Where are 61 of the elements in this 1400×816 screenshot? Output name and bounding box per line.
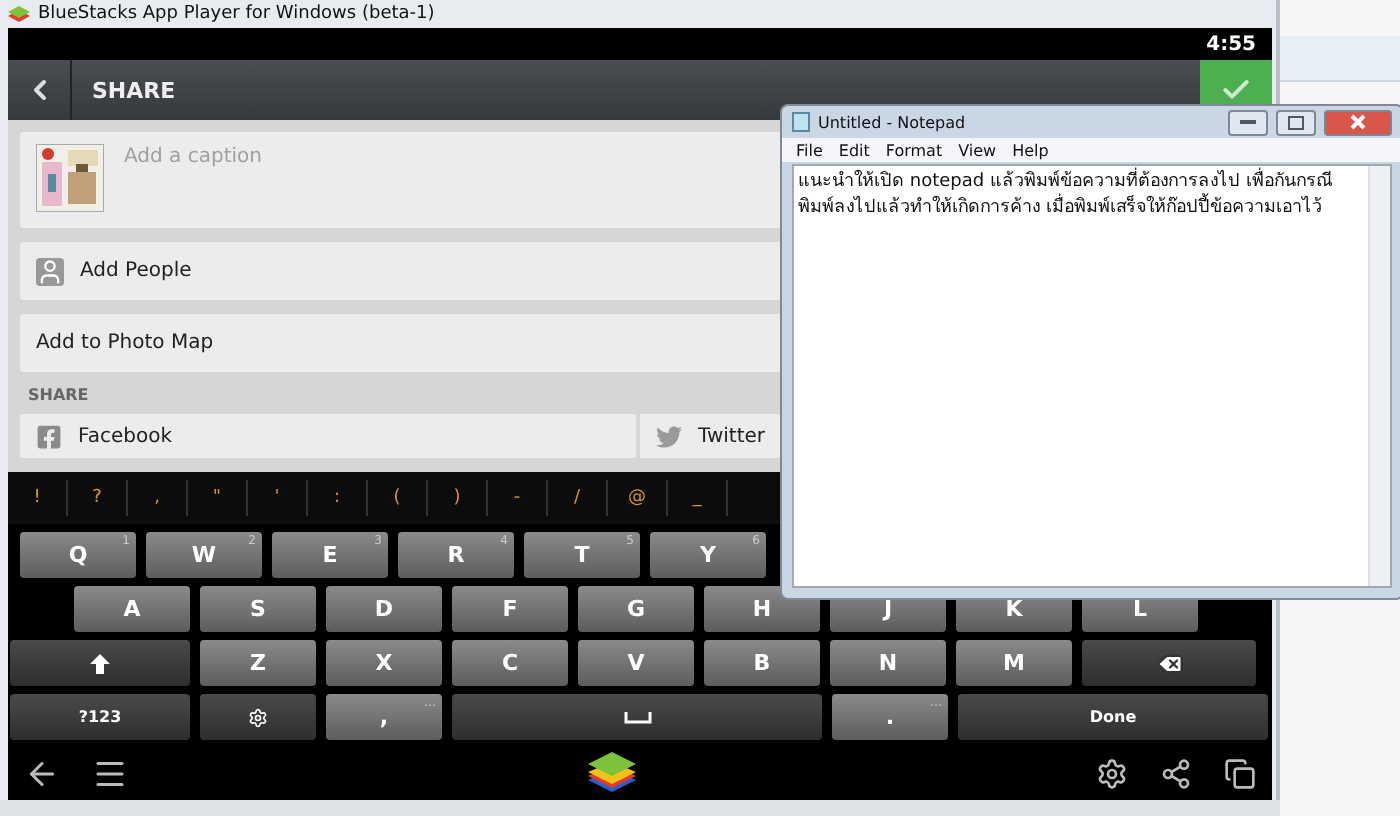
key[interactable]: X [326, 640, 442, 686]
facebook-icon [36, 423, 62, 449]
key[interactable]: Z [200, 640, 316, 686]
window-title: Untitled - Notepad [818, 113, 968, 131]
notepad-icon [792, 112, 810, 132]
suggestion[interactable]: / [548, 480, 608, 516]
windows-icon[interactable] [1224, 757, 1256, 789]
space-icon [623, 711, 651, 723]
key[interactable]: Done [958, 694, 1268, 740]
key[interactable]: N [830, 640, 946, 686]
close-icon [1350, 114, 1366, 130]
suggestion[interactable]: ? [68, 480, 128, 516]
key[interactable]: H [704, 586, 820, 632]
key[interactable]: C [452, 640, 568, 686]
status-time: 4:55 [1206, 33, 1256, 55]
share-icon[interactable] [1160, 757, 1192, 789]
app-logo-icon[interactable] [586, 749, 638, 797]
key[interactable]: S [200, 586, 316, 632]
key[interactable]: ?123 [10, 694, 190, 740]
suggestion[interactable]: ! [8, 480, 68, 516]
key[interactable]: G [578, 586, 694, 632]
bird-icon [656, 423, 682, 449]
backspace-icon [1155, 649, 1183, 677]
suggestion[interactable]: _ [668, 480, 728, 516]
settings-key[interactable] [200, 694, 316, 740]
settings-icon[interactable] [1096, 757, 1128, 789]
key[interactable]: V [578, 640, 694, 686]
menu-item[interactable]: View [952, 138, 1003, 162]
screen-title: SHARE [92, 77, 178, 103]
scrollbar[interactable] [1368, 166, 1390, 586]
key[interactable]: F [452, 586, 568, 632]
suggestion[interactable]: @ [608, 480, 668, 516]
suggestion[interactable]: : [308, 480, 368, 516]
suggestion[interactable]: ) [428, 480, 488, 516]
section-heading: SHARE [26, 386, 91, 404]
person-icon [36, 257, 64, 285]
key[interactable]: A [74, 586, 190, 632]
menu-item[interactable]: File [790, 138, 829, 162]
menu-item[interactable]: Edit [832, 138, 876, 162]
suggestion[interactable]: , [128, 480, 188, 516]
minimize-button[interactable] [1228, 109, 1268, 135]
key[interactable]: M [956, 640, 1072, 686]
close-button[interactable] [1324, 109, 1392, 135]
shift-key[interactable] [10, 640, 190, 686]
menu-item[interactable]: Format [879, 138, 949, 162]
settings-icon [248, 707, 268, 727]
suggestion[interactable]: ' [248, 480, 308, 516]
maximize-icon [1288, 115, 1304, 129]
key[interactable]: D [326, 586, 442, 632]
menu-item[interactable]: Help [1006, 138, 1055, 162]
key[interactable]: B [704, 640, 820, 686]
suggestion[interactable]: ( [368, 480, 428, 516]
backspace-key[interactable] [1082, 640, 1256, 686]
minimize-icon [1240, 119, 1256, 125]
share-option[interactable]: Facebook [20, 414, 636, 458]
shift-icon [90, 653, 110, 673]
app-logo-icon [8, 5, 30, 23]
suggestion[interactable]: " [188, 480, 248, 516]
window-title: BlueStacks App Player for Windows (beta-1) [38, 4, 435, 24]
suggestion[interactable]: - [488, 480, 548, 516]
maximize-button[interactable] [1276, 109, 1316, 135]
